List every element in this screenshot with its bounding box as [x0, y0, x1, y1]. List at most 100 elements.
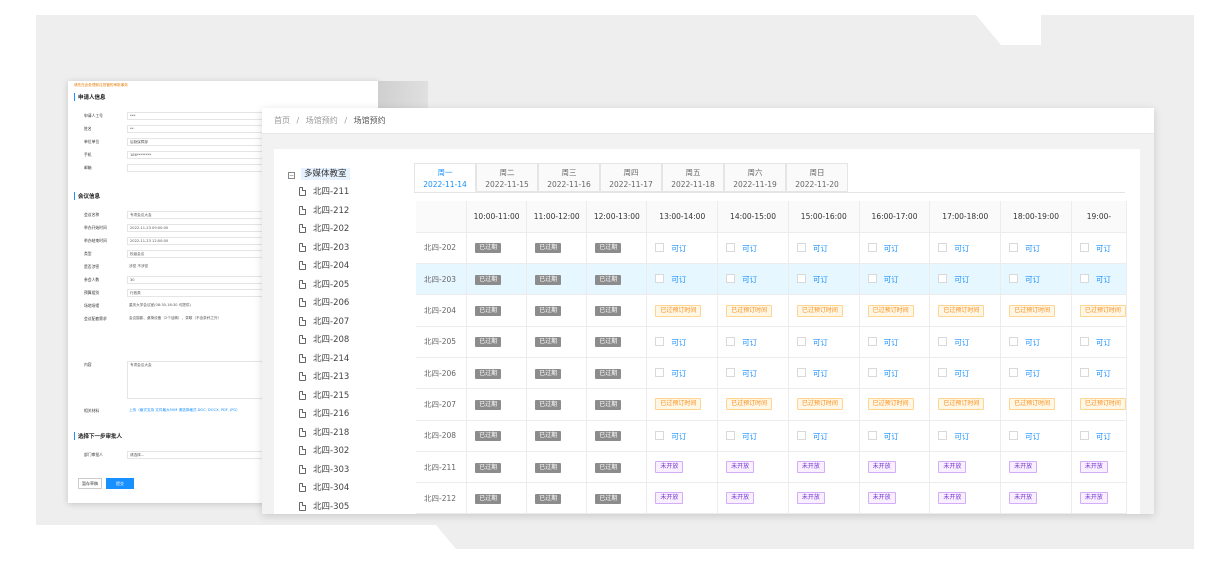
tree-item[interactable]: 北四-214: [299, 351, 349, 367]
status-avail[interactable]: 可订: [1080, 274, 1111, 284]
slot-cell[interactable]: 可订: [859, 232, 931, 265]
tab-6[interactable]: 周六 2022-11-19: [724, 163, 786, 192]
status-avail[interactable]: 可订: [938, 368, 969, 378]
tab-5[interactable]: 周五 2022-11-18: [662, 163, 724, 192]
status-avail[interactable]: 可订: [1009, 431, 1040, 441]
status-avail[interactable]: 可订: [1080, 368, 1111, 378]
slot-cell[interactable]: 可订: [859, 326, 931, 358]
status-avail[interactable]: 可订: [655, 431, 686, 441]
tree-item[interactable]: 北四-203: [299, 240, 349, 256]
tree-node-root[interactable]: − 多媒体教室: [288, 166, 350, 182]
status-avail[interactable]: 可订: [868, 337, 899, 347]
tree-item[interactable]: 北四-213: [299, 369, 349, 385]
tree-item[interactable]: 北四-204: [299, 258, 349, 274]
slot-cell[interactable]: 可订: [929, 232, 1002, 265]
slot-cell[interactable]: 可订: [646, 326, 719, 358]
status-avail[interactable]: 可订: [938, 337, 969, 347]
status-avail[interactable]: 可订: [797, 431, 828, 441]
slot-cell[interactable]: 可订: [929, 420, 1002, 452]
tree-item[interactable]: 北四-206: [299, 295, 349, 311]
status-avail[interactable]: 可订: [1080, 243, 1111, 253]
status-avail[interactable]: 可订: [868, 243, 899, 253]
slot-cell[interactable]: 可订: [1071, 326, 1127, 358]
tree-item[interactable]: 北四-207: [299, 314, 349, 330]
status-avail[interactable]: 可订: [868, 368, 899, 378]
breadcrumb-home[interactable]: 首页: [274, 116, 290, 125]
status-avail[interactable]: 可订: [938, 243, 969, 253]
status-avail[interactable]: 可订: [868, 274, 899, 284]
slot-cell[interactable]: 可订: [1071, 420, 1127, 452]
status-avail[interactable]: 可订: [1009, 368, 1040, 378]
slot-cell[interactable]: 可订: [1071, 263, 1127, 296]
status-avail[interactable]: 可订: [938, 274, 969, 284]
slot-cell[interactable]: 可订: [646, 232, 719, 265]
slot-cell[interactable]: 可订: [1071, 357, 1127, 390]
slot-cell[interactable]: 可订: [859, 263, 931, 296]
slot-cell[interactable]: 可订: [859, 357, 931, 390]
status-avail[interactable]: 可订: [726, 274, 757, 284]
tree-item[interactable]: 北四-303: [299, 462, 349, 478]
tree-item[interactable]: 北四-215: [299, 388, 349, 404]
slot-cell[interactable]: 可订: [717, 326, 789, 358]
slot-cell[interactable]: 可订: [788, 232, 860, 265]
tab-2[interactable]: 周二 2022-11-15: [476, 163, 538, 192]
collapse-icon[interactable]: −: [288, 172, 295, 179]
status-avail[interactable]: 可订: [726, 243, 757, 253]
status-avail[interactable]: 可订: [655, 243, 686, 253]
slot-cell[interactable]: 可订: [646, 420, 719, 452]
slot-cell[interactable]: 可订: [788, 420, 860, 452]
status-avail[interactable]: 可订: [655, 274, 686, 284]
status-avail[interactable]: 可订: [797, 243, 828, 253]
tree-item[interactable]: 北四-211: [299, 184, 349, 200]
slot-cell[interactable]: 可订: [788, 326, 860, 358]
status-avail[interactable]: 可订: [1009, 274, 1040, 284]
tree-item[interactable]: 北四-202: [299, 221, 349, 237]
slot-cell[interactable]: 可订: [1000, 420, 1072, 452]
tree-item[interactable]: 北四-216: [299, 406, 349, 422]
slot-cell[interactable]: 可订: [646, 357, 719, 390]
status-avail[interactable]: 可订: [868, 431, 899, 441]
slot-cell[interactable]: 可订: [788, 263, 860, 296]
breadcrumb-level2[interactable]: 场馆预约: [306, 116, 338, 125]
slot-cell[interactable]: 可订: [1000, 232, 1072, 265]
tab-3[interactable]: 周三 2022-11-16: [538, 163, 600, 192]
status-avail[interactable]: 可订: [655, 337, 686, 347]
slot-cell[interactable]: 可订: [1000, 263, 1072, 296]
status-avail[interactable]: 可订: [1080, 337, 1111, 347]
status-avail[interactable]: 可订: [1009, 337, 1040, 347]
slot-cell[interactable]: 可订: [717, 357, 789, 390]
status-avail[interactable]: 可订: [938, 431, 969, 441]
tree-item[interactable]: 北四-205: [299, 277, 349, 293]
tab-7[interactable]: 周日 2022-11-20: [786, 163, 848, 192]
submit-button[interactable]: 提交: [106, 478, 134, 489]
status-avail[interactable]: 可订: [726, 431, 757, 441]
status-avail[interactable]: 可订: [726, 368, 757, 378]
status-avail[interactable]: 可订: [797, 337, 828, 347]
tree-item[interactable]: 北四-302: [299, 443, 349, 459]
status-avail[interactable]: 可订: [1080, 431, 1111, 441]
slot-cell[interactable]: 可订: [1000, 326, 1072, 358]
status-avail[interactable]: 可订: [1009, 243, 1040, 253]
tree-item[interactable]: 北四-208: [299, 332, 349, 348]
tree-item[interactable]: 北四-304: [299, 480, 349, 496]
status-avail[interactable]: 可订: [726, 337, 757, 347]
slot-cell[interactable]: 可订: [1000, 357, 1072, 390]
slot-cell[interactable]: 可订: [788, 357, 860, 390]
slot-cell[interactable]: 可订: [929, 326, 1002, 358]
tab-1[interactable]: 周一 2022-11-14: [414, 163, 476, 192]
tree-item[interactable]: 北四-305: [299, 499, 349, 515]
status-avail[interactable]: 可订: [655, 368, 686, 378]
slot-cell[interactable]: 可订: [929, 357, 1002, 390]
slot-cell[interactable]: 可订: [717, 420, 789, 452]
status-avail[interactable]: 可订: [797, 368, 828, 378]
slot-cell[interactable]: 可订: [717, 263, 789, 296]
slot-cell[interactable]: 可订: [859, 420, 931, 452]
slot-cell[interactable]: 可订: [646, 263, 719, 296]
tab-4[interactable]: 周四 2022-11-17: [600, 163, 662, 192]
tree-item[interactable]: 北四-212: [299, 203, 349, 219]
status-avail[interactable]: 可订: [797, 274, 828, 284]
slot-cell[interactable]: 可订: [717, 232, 789, 265]
slot-cell[interactable]: 可订: [929, 263, 1002, 296]
tree-item[interactable]: 北四-218: [299, 425, 349, 441]
save-draft-button[interactable]: 暂存草稿: [78, 478, 102, 489]
